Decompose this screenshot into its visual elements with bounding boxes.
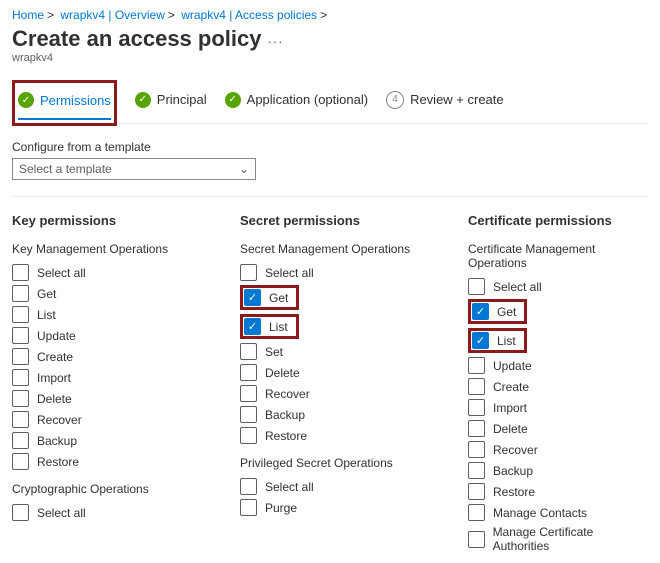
tab-principal-label: Principal [157, 92, 207, 107]
chevron-down-icon: ⌄ [239, 162, 249, 176]
tab-permissions[interactable]: ✓ Permissions [18, 86, 111, 120]
tab-application-label: Application (optional) [247, 92, 368, 107]
breadcrumb: Home> wrapkv4 | Overview> wrapkv4 | Acce… [12, 8, 648, 22]
check-icon: ✓ [135, 92, 151, 108]
crypto-selectall-label: Select all [37, 506, 86, 520]
perm-backup[interactable]: Backup [468, 460, 648, 481]
step-tabs: ✓ Permissions ✓ Principal ✓ Application … [12, 80, 648, 124]
secretmgmt-heading: Secret Management Operations [240, 242, 420, 256]
perm-manage-contacts[interactable]: Manage Contacts [468, 502, 648, 523]
crypto-selectall[interactable]: Select all [12, 502, 192, 523]
tab-application[interactable]: ✓ Application (optional) [225, 80, 368, 123]
step-number-icon: 4 [386, 91, 404, 109]
keymgmt-heading: Key Management Operations [12, 242, 192, 256]
perm-delete[interactable]: Delete [12, 388, 192, 409]
secret-selectall-label: Select all [265, 266, 314, 280]
perm-recover[interactable]: Recover [12, 409, 192, 430]
perm-create[interactable]: Create [12, 346, 192, 367]
perm-restore[interactable]: Restore [468, 481, 648, 502]
perm-delete[interactable]: Delete [240, 362, 420, 383]
tab-permissions-label: Permissions [40, 93, 111, 108]
tab-review-label: Review + create [410, 92, 504, 107]
perm-list[interactable]: List [12, 304, 192, 325]
page-title: Create an access policy [12, 26, 261, 52]
perm-import[interactable]: Import [468, 397, 648, 418]
perm-manage-certificate-authorities[interactable]: Manage Certificate Authorities [468, 523, 648, 555]
certmgmt-heading: Certificate Management Operations [468, 242, 648, 270]
divider [12, 196, 648, 197]
privsecret-heading: Privileged Secret Operations [240, 456, 420, 470]
resource-name: wrapkv4 [12, 52, 648, 64]
perm-get[interactable]: Get [12, 283, 192, 304]
secret-perm-heading: Secret permissions [240, 213, 420, 228]
perm-restore[interactable]: Restore [12, 451, 192, 472]
perm-get[interactable]: ✓Get [240, 283, 420, 312]
privsecret-selectall-label: Select all [265, 480, 314, 494]
privsecret-selectall[interactable]: Select all [240, 476, 420, 497]
secret-selectall[interactable]: Select all [240, 262, 420, 283]
check-icon: ✓ [225, 92, 241, 108]
tab-principal[interactable]: ✓ Principal [135, 80, 207, 123]
key-selectall[interactable]: Select all [12, 262, 192, 283]
key-perm-heading: Key permissions [12, 213, 192, 228]
perm-create[interactable]: Create [468, 376, 648, 397]
perm-get[interactable]: ✓Get [468, 297, 648, 326]
perm-update[interactable]: Update [468, 355, 648, 376]
perm-backup[interactable]: Backup [12, 430, 192, 451]
template-label: Configure from a template [12, 140, 648, 154]
cert-perm-heading: Certificate permissions [468, 213, 648, 228]
cert-selectall[interactable]: Select all [468, 276, 648, 297]
perm-update[interactable]: Update [12, 325, 192, 346]
check-icon: ✓ [18, 92, 34, 108]
breadcrumb-access[interactable]: wrapkv4 | Access policies [181, 8, 317, 22]
breadcrumb-home[interactable]: Home [12, 8, 44, 22]
cert-selectall-label: Select all [493, 280, 542, 294]
breadcrumb-overview[interactable]: wrapkv4 | Overview [60, 8, 164, 22]
crypto-heading: Cryptographic Operations [12, 482, 192, 496]
perm-set[interactable]: Set [240, 341, 420, 362]
perm-purge[interactable]: Purge [240, 497, 420, 518]
tab-review[interactable]: 4 Review + create [386, 80, 504, 123]
template-select-value: Select a template [19, 162, 112, 176]
perm-backup[interactable]: Backup [240, 404, 420, 425]
template-select[interactable]: Select a template ⌄ [12, 158, 256, 180]
perm-recover[interactable]: Recover [468, 439, 648, 460]
more-icon[interactable]: ··· [267, 34, 283, 49]
perm-recover[interactable]: Recover [240, 383, 420, 404]
perm-list[interactable]: ✓List [468, 326, 648, 355]
perm-list[interactable]: ✓List [240, 312, 420, 341]
perm-restore[interactable]: Restore [240, 425, 420, 446]
perm-delete[interactable]: Delete [468, 418, 648, 439]
key-selectall-label: Select all [37, 266, 86, 280]
perm-import[interactable]: Import [12, 367, 192, 388]
